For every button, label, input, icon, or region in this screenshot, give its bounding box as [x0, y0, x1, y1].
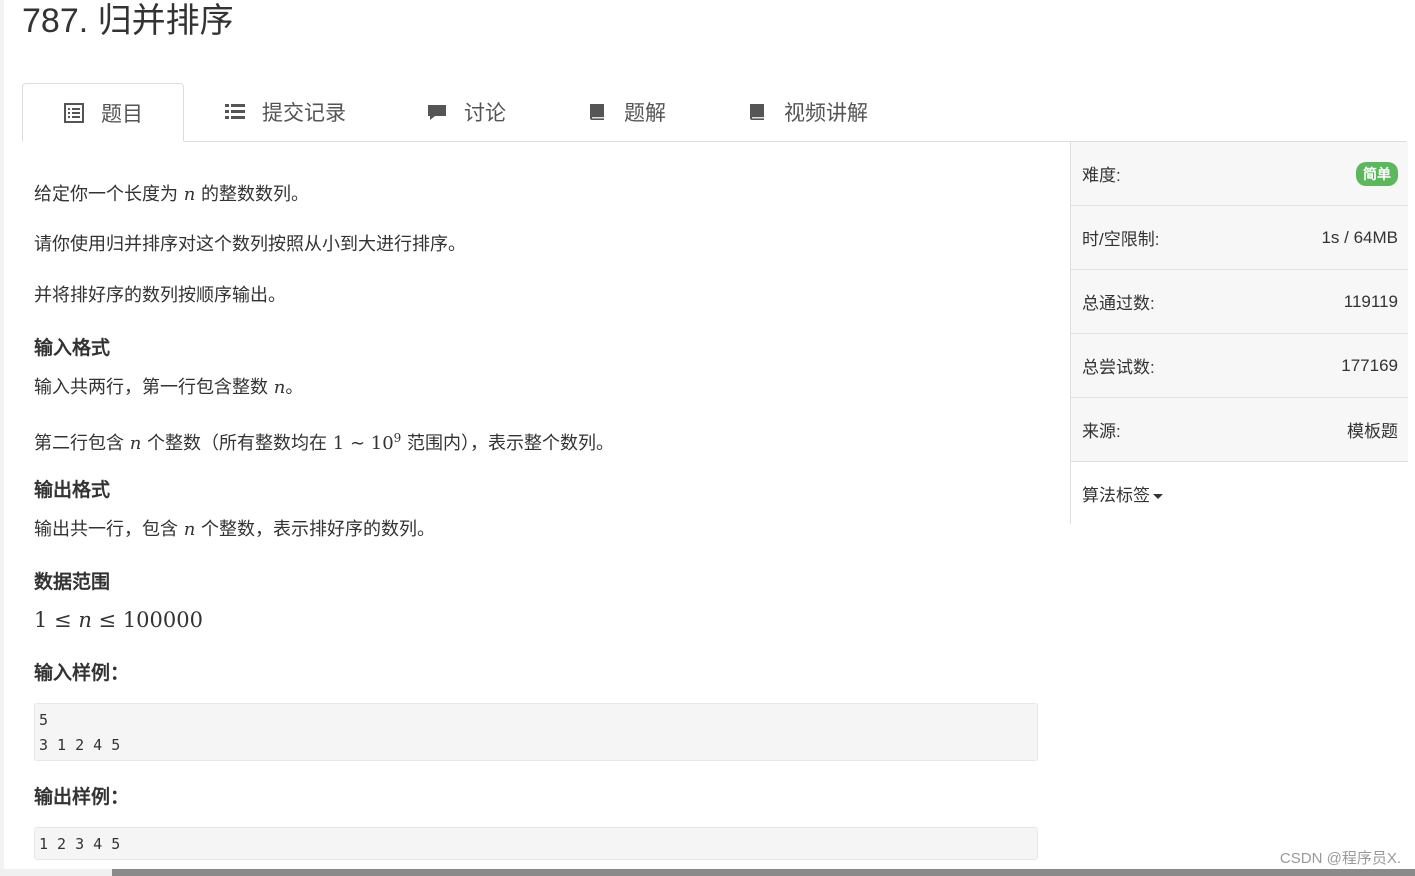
- tab-label: 题解: [624, 101, 666, 125]
- input-format-heading: 输入格式: [34, 337, 111, 359]
- sample-output-heading: 输出样例：: [34, 786, 130, 808]
- sample-output-block[interactable]: 1 2 3 4 5: [34, 827, 1038, 860]
- tried-value: 177169: [1341, 355, 1398, 375]
- list-icon: [225, 103, 245, 119]
- book-icon: [590, 103, 604, 120]
- passed-value: 119119: [1343, 291, 1398, 311]
- tab-label: 题目: [101, 102, 143, 126]
- scrollbar-thumb[interactable]: [112, 869, 1415, 876]
- tab-label: 提交记录: [262, 101, 346, 125]
- watermark: CSDN @程序员X.: [1279, 850, 1401, 867]
- tab-label: 讨论: [464, 101, 506, 125]
- problem-desc-1: 给定你一个长度为 n 的整数数列。: [34, 184, 310, 205]
- caret-down-icon: [1153, 493, 1163, 499]
- source-label: 来源:: [1082, 422, 1121, 441]
- tab-bar: 题目 提交记录 讨论 题解 视频讲解: [22, 83, 1407, 142]
- limit-label: 时/空限制:: [1082, 230, 1160, 249]
- data-range-heading: 数据范围: [34, 571, 111, 593]
- difficulty-badge: 简单: [1356, 161, 1398, 186]
- output-format-heading: 输出格式: [34, 479, 111, 501]
- book-icon: [750, 103, 764, 120]
- page-title: 787. 归并排序: [22, 2, 234, 40]
- list-alt-icon: [64, 102, 84, 123]
- limit-row: 时/空限制: 1s / 64MB: [1071, 206, 1408, 270]
- tab-problem[interactable]: 题目: [22, 83, 184, 142]
- tab-discussion[interactable]: 讨论: [386, 83, 546, 140]
- input-format-line-2: 第二行包含 n 个整数（所有整数均在 1 ∼ 109 范围内），表示整个数列。: [34, 431, 615, 454]
- tab-solutions[interactable]: 题解: [546, 83, 706, 140]
- source-value: 模板题: [1347, 422, 1398, 441]
- tags-row: 算法标签: [1071, 462, 1408, 524]
- tab-submissions[interactable]: 提交记录: [184, 83, 386, 140]
- input-format-line-1: 输入共两行，第一行包含整数 n。: [34, 377, 304, 398]
- tried-label: 总尝试数:: [1082, 358, 1155, 377]
- source-row: 来源: 模板题: [1071, 398, 1408, 462]
- sample-input-block[interactable]: 5 3 1 2 4 5: [34, 703, 1038, 761]
- output-format-line: 输出共一行，包含 n 个整数，表示排好序的数列。: [34, 519, 436, 540]
- passed-label: 总通过数:: [1082, 294, 1155, 313]
- problem-info-sidebar: 难度: 简单 时/空限制: 1s / 64MB 总通过数: 119119 总尝试…: [1070, 142, 1408, 524]
- algorithm-tags-dropdown[interactable]: 算法标签: [1082, 481, 1163, 506]
- passed-row: 总通过数: 119119: [1071, 270, 1408, 334]
- difficulty-row: 难度: 简单: [1071, 142, 1408, 206]
- comment-icon: [428, 104, 446, 120]
- data-range-expr: 1 ≤ n ≤ 100000: [34, 608, 203, 632]
- limit-value: 1s / 64MB: [1321, 227, 1398, 247]
- tab-video[interactable]: 视频讲解: [706, 83, 908, 140]
- tab-label: 视频讲解: [784, 101, 868, 125]
- left-edge: [0, 0, 4, 876]
- difficulty-label: 难度:: [1082, 166, 1121, 185]
- problem-desc-2: 请你使用归并排序对这个数列按照从小到大进行排序。: [34, 234, 466, 255]
- tried-row: 总尝试数: 177169: [1071, 334, 1408, 398]
- problem-desc-3: 并将排好序的数列按顺序输出。: [34, 285, 286, 306]
- sample-input-heading: 输入样例：: [34, 662, 130, 684]
